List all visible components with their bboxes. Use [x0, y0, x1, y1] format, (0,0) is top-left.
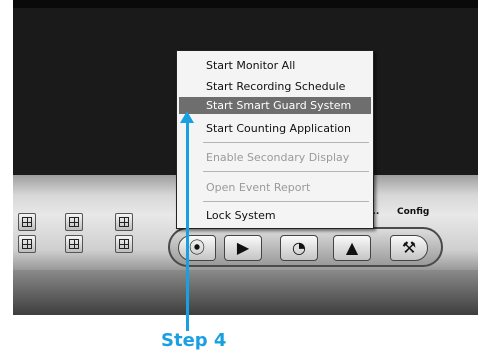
- config-button[interactable]: ⚒: [390, 235, 428, 261]
- rotate-icon[interactable]: [115, 213, 133, 231]
- annotation-arrow-line: [186, 121, 189, 331]
- single-grid-icon[interactable]: [18, 213, 36, 231]
- menu-separator: [203, 171, 369, 172]
- warning-icon: ▲: [345, 238, 359, 257]
- menu-item-start-counting-application[interactable]: Start Counting Application: [206, 122, 351, 135]
- menu-item-start-recording-schedule[interactable]: Start Recording Schedule: [206, 80, 345, 93]
- quad-grid-icon[interactable]: [18, 235, 36, 253]
- context-menu: Start Monitor All Start Recording Schedu…: [176, 50, 374, 229]
- record-button[interactable]: ⦿: [178, 235, 216, 261]
- config-label: Config: [397, 207, 430, 217]
- window-top-strip: [13, 0, 478, 8]
- menu-item-lock-system[interactable]: Lock System: [206, 209, 276, 222]
- menu-separator: [203, 201, 369, 202]
- warning-button[interactable]: ▲: [333, 235, 371, 261]
- menu-item-start-monitor-all[interactable]: Start Monitor All: [206, 59, 295, 72]
- nine-grid-icon[interactable]: [65, 213, 83, 231]
- control-panel-base: [13, 270, 478, 315]
- menu-item-enable-secondary-display[interactable]: Enable Secondary Display: [206, 151, 349, 164]
- playback-button[interactable]: ▶: [224, 235, 262, 261]
- menu-separator: [203, 142, 369, 143]
- menu-item-start-smart-guard-system[interactable]: Start Smart Guard System: [206, 99, 351, 112]
- schedule-icon: ◔: [292, 238, 306, 257]
- playback-icon: ▶: [236, 238, 250, 257]
- menu-item-open-event-report[interactable]: Open Event Report: [206, 181, 310, 194]
- step-label: Step 4: [161, 330, 227, 351]
- annotation-arrow-head: [180, 111, 194, 123]
- config-tool-icon: ⚒: [401, 238, 417, 257]
- schedule-button[interactable]: ◔: [280, 235, 318, 261]
- fullscreen-icon[interactable]: [115, 235, 133, 253]
- sixteen-grid-icon[interactable]: [65, 235, 83, 253]
- main-function-buttons: ⦿ ▶ ◔ ▲ ⚒: [168, 227, 443, 267]
- record-icon: ⦿: [188, 238, 205, 257]
- dvr-application-window: ... Config ⦿ ▶ ◔ ▲ ⚒ Start Monitor All S…: [13, 0, 478, 315]
